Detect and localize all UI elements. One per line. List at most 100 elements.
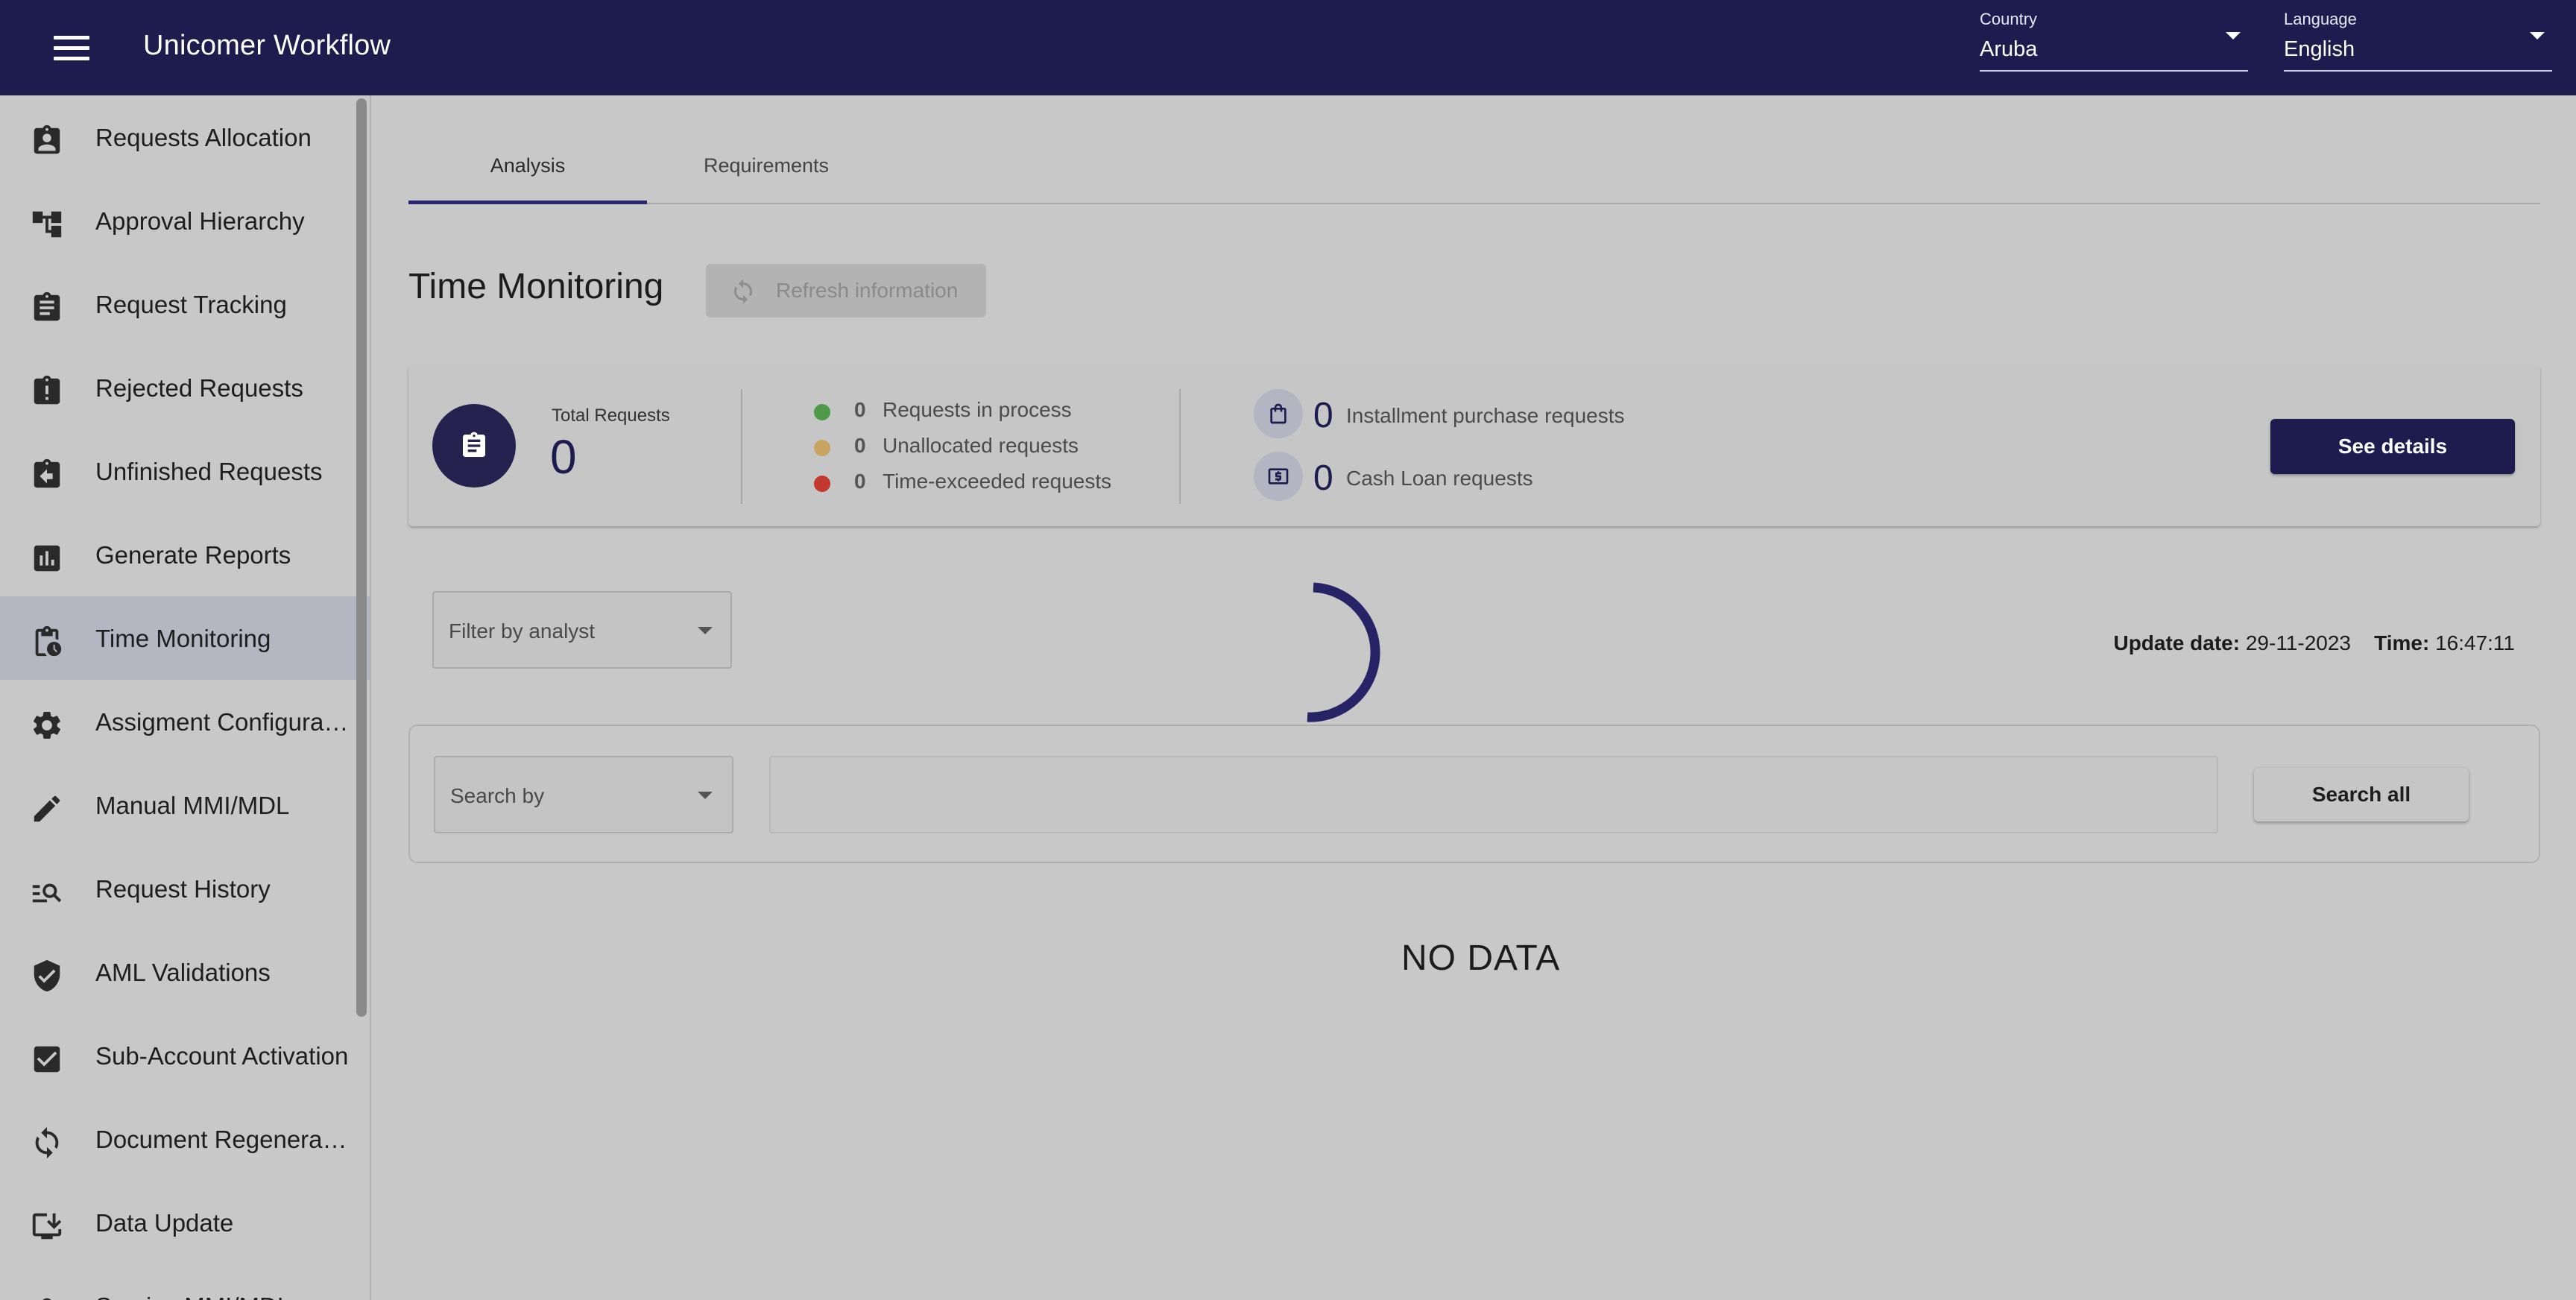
search-panel: Search by Search all	[408, 725, 2540, 863]
sidebar-item-label: Document Regeneration	[95, 1126, 349, 1153]
country-select-value: Aruba	[1980, 37, 2038, 61]
sidebar-item-assigment-configuration[interactable]: Assigment Configuration	[0, 680, 370, 763]
person-icon	[42, 1298, 51, 1300]
sidebar-item-label: Assigment Configuration	[95, 708, 349, 736]
status-count: 0	[854, 398, 866, 421]
update-time-value: 16:47:11	[2435, 631, 2515, 654]
status-count: 0	[854, 434, 866, 457]
page-title: Time Monitoring	[408, 267, 664, 306]
sidebar-item-service-mmi-mdl[interactable]: Service MMI/MDL	[0, 1264, 370, 1300]
status-label: Unallocated requests	[883, 434, 1079, 457]
language-select-label: Language	[2284, 10, 2357, 28]
gear-icon	[34, 711, 60, 739]
account-tree-icon	[32, 211, 62, 238]
menu-icon[interactable]	[54, 36, 89, 61]
sidebar-item-manual-mmi-mdl[interactable]: Manual MMI/MDL	[0, 763, 370, 847]
language-select[interactable]: Language English	[2284, 7, 2552, 72]
status-label: Requests in process	[883, 398, 1072, 421]
bar-chart-icon	[34, 545, 60, 572]
type-count: 0	[1313, 396, 1333, 435]
checkbox-icon	[34, 1046, 60, 1073]
sidebar-item-label: Sub-Account Activation	[95, 1042, 349, 1070]
language-select-value: English	[2284, 37, 2355, 61]
sidebar-item-label: Service MMI/MDL	[95, 1293, 349, 1300]
search-by-placeholder: Search by	[450, 784, 545, 807]
filter-by-analyst-select[interactable]: Filter by analyst	[432, 591, 732, 669]
assignment-icon	[463, 432, 485, 457]
total-requests-value: 0	[550, 430, 577, 484]
update-date-value: 29-11-2023	[2245, 631, 2351, 654]
divider	[741, 389, 742, 504]
type-label: Cash Loan requests	[1346, 467, 1533, 490]
type-count: 0	[1313, 458, 1333, 498]
sidebar-item-sub-account-activation[interactable]: Sub-Account Activation	[0, 1014, 370, 1097]
top-app-bar: Unicomer Workflow Country Aruba Language…	[0, 0, 2576, 95]
search-by-select[interactable]: Search by	[434, 756, 733, 833]
update-info: Update date: 29-11-2023 Time: 16:47:11	[2113, 631, 2515, 655]
sidebar-item-label: Unfinished Requests	[95, 458, 323, 485]
tab-requirements[interactable]: Requirements	[647, 134, 886, 204]
sidebar-item-request-history[interactable]: Request History	[0, 847, 370, 930]
pencil-icon	[34, 795, 60, 822]
country-select-label: Country	[1980, 10, 2038, 28]
total-requests-badge	[432, 404, 516, 488]
sidebar-item-request-tracking[interactable]: Request Tracking	[0, 262, 370, 346]
refresh-information-label: Refresh information	[776, 279, 959, 302]
sidebar-item-rejected-requests[interactable]: Rejected Requests	[0, 346, 370, 429]
sidebar-item-label: Approval Hierarchy	[95, 207, 305, 235]
filter-by-analyst-placeholder: Filter by analyst	[449, 619, 596, 643]
assignment-ind-icon	[34, 124, 60, 154]
shield-check-icon	[34, 959, 60, 992]
chevron-down-icon	[2530, 32, 2545, 40]
see-details-button[interactable]: See details	[2270, 419, 2515, 474]
sidebar-scrollbar[interactable]	[356, 98, 367, 1017]
sidebar-item-label: AML Validations	[95, 959, 271, 986]
sidebar-item-label: Generate Reports	[95, 541, 291, 569]
update-time-label: Time:	[2374, 631, 2430, 654]
money-icon	[1254, 452, 1303, 501]
manage-search-icon	[32, 883, 62, 903]
assignment-return-icon	[34, 458, 60, 488]
assignment-icon	[34, 291, 60, 321]
app-title: Unicomer Workflow	[143, 30, 391, 61]
update-date-label: Update date:	[2113, 631, 2241, 654]
install-desktop-icon	[32, 1213, 62, 1240]
sidebar-item-label: Requests Allocation	[95, 124, 312, 151]
sidebar-item-requests-allocation[interactable]: Requests Allocation	[0, 95, 370, 179]
country-select[interactable]: Country Aruba	[1980, 7, 2248, 72]
sidebar-item-aml-validations[interactable]: AML Validations	[0, 930, 370, 1014]
refresh-information-button[interactable]: Refresh information	[706, 264, 986, 318]
chevron-down-icon	[698, 627, 713, 634]
divider	[1179, 389, 1181, 504]
sidebar-item-label: Request Tracking	[95, 291, 287, 318]
total-requests-label: Total Requests	[552, 406, 670, 426]
loading-spinner	[1307, 582, 1380, 722]
empty-state-message: NO DATA	[1401, 938, 1561, 978]
refresh-icon	[734, 279, 752, 304]
sidebar-item-generate-reports[interactable]: Generate Reports	[0, 513, 370, 596]
sidebar-item-label: Data Update	[95, 1209, 234, 1237]
sync-icon	[35, 1126, 59, 1159]
tab-bar: Analysis Requirements	[408, 134, 2540, 204]
sidebar-item-data-update[interactable]: Data Update	[0, 1181, 370, 1264]
summary-card: Total Requests 0 0 Requests in process 0…	[408, 365, 2540, 526]
green-status-dot	[814, 404, 830, 420]
status-label: Time-exceeded requests	[883, 470, 1112, 493]
search-input[interactable]	[769, 756, 2218, 833]
search-all-button[interactable]: Search all	[2254, 768, 2469, 821]
chevron-down-icon	[698, 792, 713, 799]
sidebar-item-approval-hierarchy[interactable]: Approval Hierarchy	[0, 179, 370, 262]
status-count: 0	[854, 470, 866, 493]
sidebar-item-label: Time Monitoring	[95, 625, 271, 652]
tab-analysis[interactable]: Analysis	[408, 134, 647, 204]
sidebar-item-document-regeneration[interactable]: Document Regeneration	[0, 1097, 370, 1181]
sidebar-item-label: Rejected Requests	[95, 374, 303, 402]
sidebar: Requests Allocation Approval Hierarchy R…	[0, 95, 371, 1300]
chevron-down-icon	[2226, 32, 2241, 40]
sidebar-item-label: Manual MMI/MDL	[95, 792, 290, 819]
assignment-late-icon	[34, 375, 60, 405]
sidebar-item-time-monitoring[interactable]: Time Monitoring	[0, 596, 370, 680]
sidebar-item-label: Request History	[95, 875, 271, 903]
shopping-bag-icon	[1254, 389, 1303, 438]
sidebar-item-unfinished-requests[interactable]: Unfinished Requests	[0, 429, 370, 513]
